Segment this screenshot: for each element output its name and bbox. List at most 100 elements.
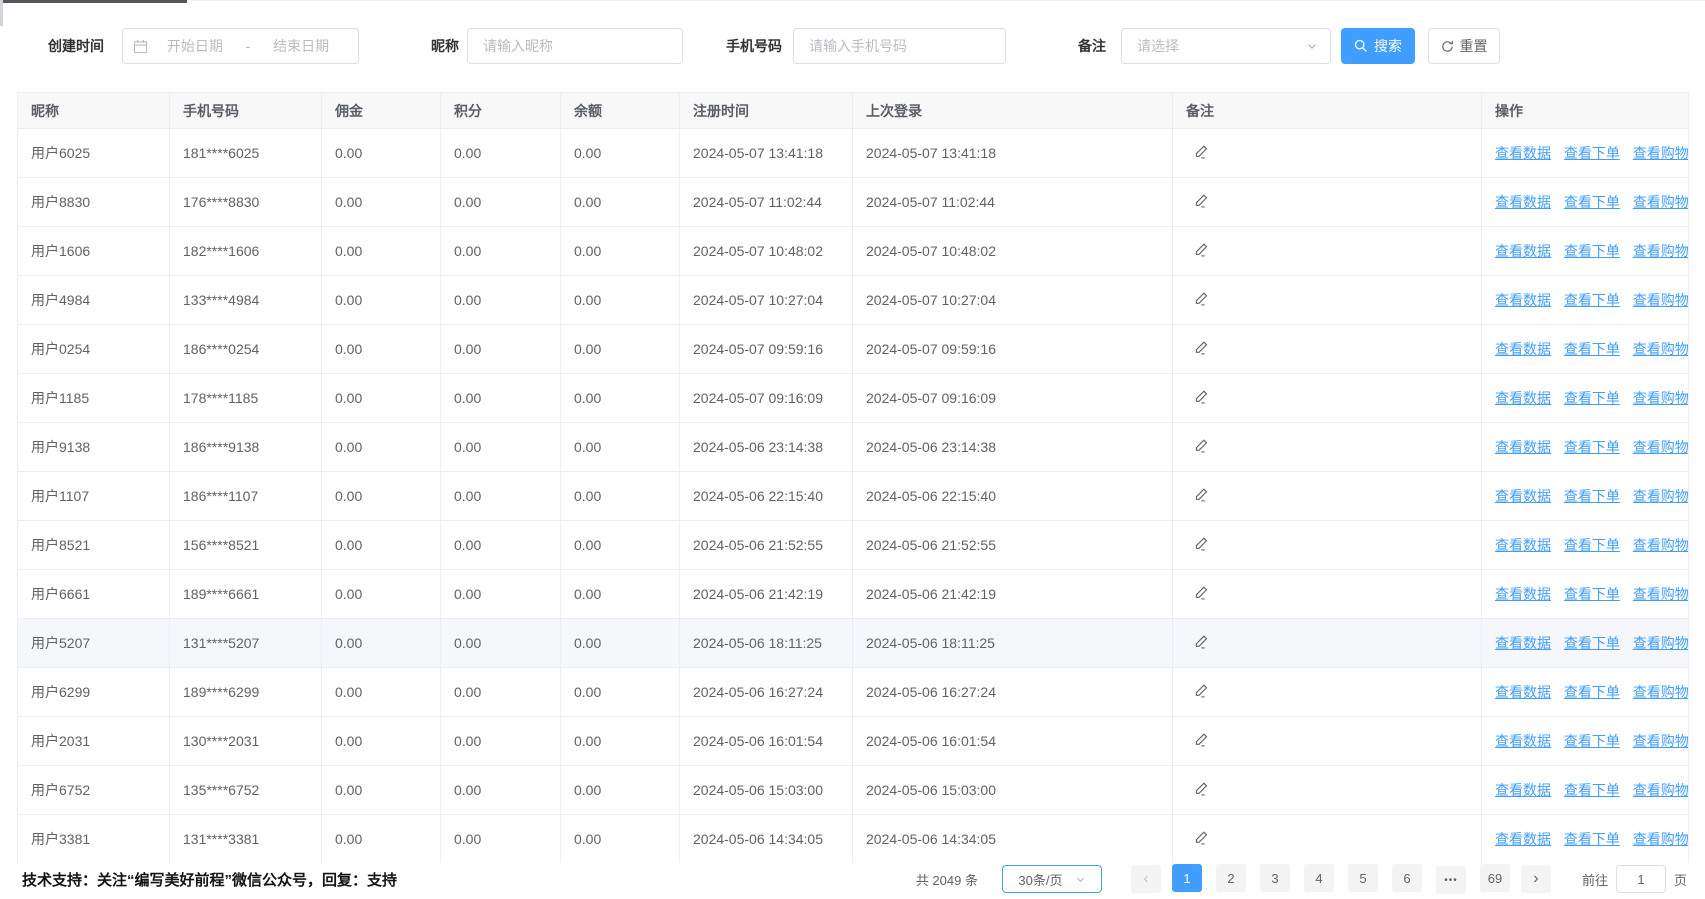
cell-nickname: 用户8830: [18, 178, 170, 227]
page-button-6[interactable]: 6: [1392, 864, 1422, 892]
next-page-button[interactable]: ›: [1521, 865, 1551, 893]
view-data-link[interactable]: 查看数据: [1495, 488, 1551, 504]
view-orders-link[interactable]: 查看下单: [1564, 684, 1620, 700]
view-data-link[interactable]: 查看数据: [1495, 782, 1551, 798]
view-cart-link[interactable]: 查看购物车: [1633, 341, 1689, 357]
view-orders-link[interactable]: 查看下单: [1564, 537, 1620, 553]
page-button-3[interactable]: 3: [1260, 864, 1290, 892]
page-button-69[interactable]: 69: [1480, 864, 1510, 892]
view-cart-link[interactable]: 查看购物车: [1633, 390, 1689, 406]
page-button-4[interactable]: 4: [1304, 864, 1334, 892]
view-cart-link[interactable]: 查看购物车: [1633, 145, 1689, 161]
start-date-placeholder[interactable]: 开始日期: [148, 36, 242, 56]
view-data-link[interactable]: 查看数据: [1495, 733, 1551, 749]
edit-remark-icon[interactable]: [1193, 340, 1209, 356]
cell-register-time: 2024-05-07 11:02:44: [680, 178, 853, 227]
view-cart-link[interactable]: 查看购物车: [1633, 243, 1689, 259]
view-cart-link[interactable]: 查看购物车: [1633, 831, 1689, 847]
cell-nickname: 用户6299: [18, 668, 170, 717]
view-data-link[interactable]: 查看数据: [1495, 537, 1551, 553]
search-button[interactable]: 搜索: [1341, 28, 1415, 64]
edit-remark-icon[interactable]: [1193, 634, 1209, 650]
edit-remark-icon[interactable]: [1193, 585, 1209, 601]
edit-remark-icon[interactable]: [1193, 781, 1209, 797]
view-data-link[interactable]: 查看数据: [1495, 586, 1551, 602]
view-orders-link[interactable]: 查看下单: [1564, 586, 1620, 602]
view-cart-link[interactable]: 查看购物车: [1633, 635, 1689, 651]
view-data-link[interactable]: 查看数据: [1495, 635, 1551, 651]
cell-last-login: 2024-05-06 16:01:54: [853, 717, 1173, 766]
edit-remark-icon[interactable]: [1193, 389, 1209, 405]
cell-remark: [1173, 227, 1482, 276]
end-date-placeholder[interactable]: 结束日期: [254, 36, 348, 56]
prev-page-button[interactable]: ‹: [1131, 865, 1161, 893]
remark-select[interactable]: 请选择: [1121, 28, 1331, 64]
edit-remark-icon[interactable]: [1193, 732, 1209, 748]
page-button-1[interactable]: 1: [1172, 864, 1202, 892]
search-button-label: 搜索: [1374, 36, 1402, 56]
view-data-link[interactable]: 查看数据: [1495, 390, 1551, 406]
page-button-2[interactable]: 2: [1216, 864, 1246, 892]
cell-phone: 186****9138: [170, 423, 322, 472]
goto-page-input[interactable]: [1616, 865, 1666, 893]
view-cart-link[interactable]: 查看购物车: [1633, 733, 1689, 749]
edit-remark-icon[interactable]: [1193, 144, 1209, 160]
view-data-link[interactable]: 查看数据: [1495, 831, 1551, 847]
view-data-link[interactable]: 查看数据: [1495, 439, 1551, 455]
more-pages-button[interactable]: •••: [1436, 866, 1466, 894]
cell-register-time: 2024-05-06 16:27:24: [680, 668, 853, 717]
view-cart-link[interactable]: 查看购物车: [1633, 537, 1689, 553]
table-row: 用户1107 186****1107 0.00 0.00 0.00 2024-0…: [18, 472, 1689, 521]
view-cart-link[interactable]: 查看购物车: [1633, 684, 1689, 700]
cell-register-time: 2024-05-06 22:15:40: [680, 472, 853, 521]
view-orders-link[interactable]: 查看下单: [1564, 390, 1620, 406]
page-size-select[interactable]: 30条/页: [1002, 865, 1102, 893]
edit-remark-icon[interactable]: [1193, 487, 1209, 503]
view-data-link[interactable]: 查看数据: [1495, 341, 1551, 357]
date-range-picker[interactable]: 开始日期 - 结束日期: [122, 28, 359, 64]
view-orders-link[interactable]: 查看下单: [1564, 635, 1620, 651]
edit-remark-icon[interactable]: [1193, 683, 1209, 699]
col-header-register-time: 注册时间: [680, 93, 853, 129]
edit-remark-icon[interactable]: [1193, 291, 1209, 307]
edit-remark-icon[interactable]: [1193, 830, 1209, 846]
view-data-link[interactable]: 查看数据: [1495, 292, 1551, 308]
view-cart-link[interactable]: 查看购物车: [1633, 586, 1689, 602]
reset-button[interactable]: 重置: [1428, 28, 1500, 64]
cell-last-login: 2024-05-07 11:02:44: [853, 178, 1173, 227]
view-data-link[interactable]: 查看数据: [1495, 243, 1551, 259]
view-cart-link[interactable]: 查看购物车: [1633, 292, 1689, 308]
view-orders-link[interactable]: 查看下单: [1564, 341, 1620, 357]
view-cart-link[interactable]: 查看购物车: [1633, 194, 1689, 210]
cell-register-time: 2024-05-06 15:03:00: [680, 766, 853, 815]
table-header-row: 昵称 手机号码 佣金 积分 余额 注册时间 上次登录 备注 操作: [18, 93, 1689, 129]
page-button-5[interactable]: 5: [1348, 864, 1378, 892]
view-orders-link[interactable]: 查看下单: [1564, 194, 1620, 210]
view-orders-link[interactable]: 查看下单: [1564, 243, 1620, 259]
nickname-input[interactable]: [467, 28, 683, 64]
view-orders-link[interactable]: 查看下单: [1564, 292, 1620, 308]
view-orders-link[interactable]: 查看下单: [1564, 145, 1620, 161]
view-orders-link[interactable]: 查看下单: [1564, 831, 1620, 847]
view-orders-link[interactable]: 查看下单: [1564, 782, 1620, 798]
view-orders-link[interactable]: 查看下单: [1564, 488, 1620, 504]
view-orders-link[interactable]: 查看下单: [1564, 733, 1620, 749]
view-data-link[interactable]: 查看数据: [1495, 145, 1551, 161]
edit-remark-icon[interactable]: [1193, 438, 1209, 454]
cell-points: 0.00: [441, 570, 561, 619]
cell-register-time: 2024-05-06 23:14:38: [680, 423, 853, 472]
view-orders-link[interactable]: 查看下单: [1564, 439, 1620, 455]
view-cart-link[interactable]: 查看购物车: [1633, 439, 1689, 455]
view-cart-link[interactable]: 查看购物车: [1633, 782, 1689, 798]
view-cart-link[interactable]: 查看购物车: [1633, 488, 1689, 504]
phone-input[interactable]: [793, 28, 1006, 64]
view-data-link[interactable]: 查看数据: [1495, 194, 1551, 210]
table-row: 用户6299 189****6299 0.00 0.00 0.00 2024-0…: [18, 668, 1689, 717]
view-data-link[interactable]: 查看数据: [1495, 684, 1551, 700]
cell-remark: [1173, 178, 1482, 227]
edit-remark-icon[interactable]: [1193, 242, 1209, 258]
edit-remark-icon[interactable]: [1193, 193, 1209, 209]
edit-remark-icon[interactable]: [1193, 536, 1209, 552]
cell-phone: 135****6752: [170, 766, 322, 815]
cell-last-login: 2024-05-07 13:41:18: [853, 129, 1173, 178]
